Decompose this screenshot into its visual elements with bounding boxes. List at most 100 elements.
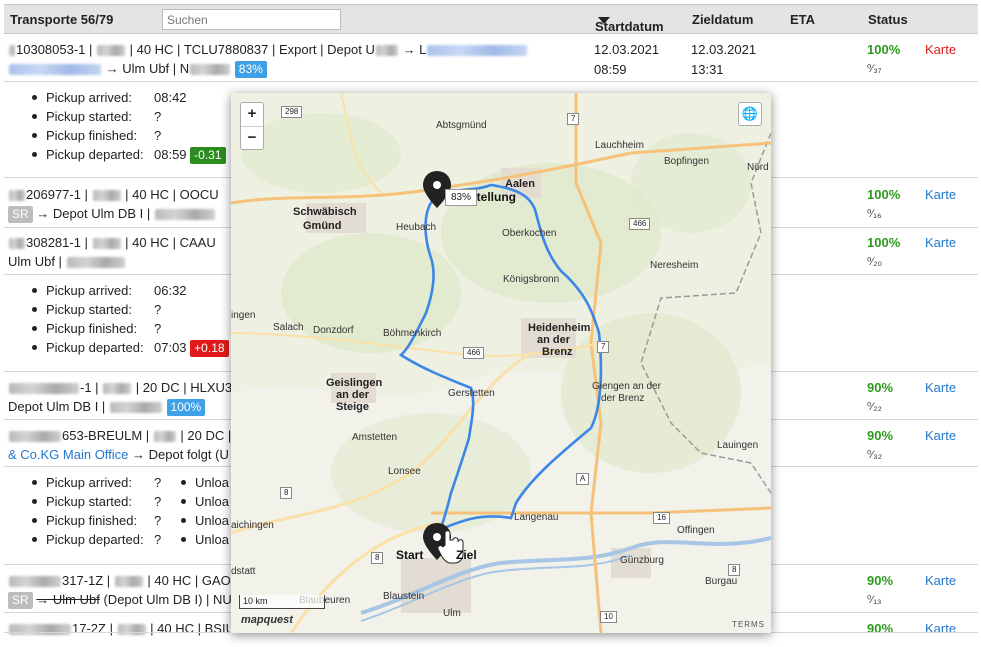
place-label: Neresheim	[650, 260, 699, 271]
place-label: Böhmenkirch	[383, 328, 442, 339]
list-item: Unloa	[181, 511, 229, 530]
row-6-status-frac: ⁰⁄₁₃	[867, 594, 882, 606]
row-5-line-2[interactable]: & Co.KG Main Office → Depot folgt (U	[8, 447, 229, 462]
place-label: Gmünd	[303, 220, 342, 232]
road-shield: 466	[629, 218, 651, 230]
row-6-status: 90%	[867, 573, 894, 588]
row-4-line-1[interactable]: -1 | | 20 DC | HLXU3	[8, 380, 232, 395]
row-3-line-1[interactable]: 308281-1 | | 40 HC | CAAU	[8, 235, 216, 250]
row-4-status-frac: ⁰⁄₂₂	[867, 401, 882, 413]
row-1-progress-badge: 83%	[234, 61, 267, 78]
list-item: Pickup started:?	[32, 492, 161, 511]
start-label: Start	[396, 548, 424, 562]
row-7-line-1[interactable]: 17-2Z | | 40 HC | BSIU5	[8, 621, 242, 636]
place-label: Offingen	[677, 525, 715, 536]
row-2-line-1[interactable]: 206977-1 | | 40 HC | OOCU	[8, 187, 219, 202]
place-label: Langenau	[514, 512, 559, 523]
pickup-list-1: Pickup arrived: 08:42 Pickup started:? Pi…	[32, 88, 226, 164]
row-3-status-frac: ⁰⁄₂₀	[867, 256, 883, 268]
map-canvas[interactable]	[231, 93, 771, 633]
list-item: Pickup finished:?	[32, 319, 229, 338]
list-item: Pickup arrived: 08:42	[32, 88, 226, 107]
place-label: der Brenz	[601, 393, 645, 404]
delay-badge: -0.31	[190, 147, 226, 164]
place-label: Donzdorf	[313, 325, 354, 336]
row-1-id: 10308053-1 |	[16, 42, 96, 57]
col-status[interactable]: Status	[868, 12, 908, 27]
pickup-list-3: Pickup arrived:? Pickup started:? Pickup…	[32, 473, 161, 549]
road-shield: 8	[280, 487, 293, 499]
row-6-line-1[interactable]: 317-1Z | | 40 HC | GAO	[8, 573, 231, 588]
zoom-out-button[interactable]: −	[241, 126, 263, 149]
place-label: Lonsee	[388, 466, 421, 477]
row-2-map-link[interactable]: Karte	[925, 187, 956, 202]
col-startdatum[interactable]: Startdatum	[595, 12, 664, 34]
row-3-line-2[interactable]: Ulm Ubf |	[8, 254, 126, 269]
col-eta[interactable]: ETA	[790, 12, 815, 27]
unload-list: Unloa Unloa Unloa Unloa	[181, 473, 229, 549]
place-label: Geislingen	[326, 377, 383, 389]
row-3-map-link[interactable]: Karte	[925, 235, 956, 250]
place-label: Heidenheim	[528, 322, 591, 334]
list-item: Pickup arrived:?	[32, 473, 161, 492]
delay-badge: +0.18	[190, 340, 229, 357]
place-label: ingen	[231, 310, 256, 321]
place-label: an der	[336, 389, 370, 401]
row-4-map-link[interactable]: Karte	[925, 380, 956, 395]
terms-link[interactable]: TERMS	[732, 620, 765, 629]
row-1-start-time: 08:59	[594, 62, 627, 77]
row-1-status: 100%	[867, 42, 901, 57]
place-label: Brenz	[542, 346, 573, 358]
row-4-status: 90%	[867, 380, 894, 395]
row-5-line-1[interactable]: 653-BREULM | | 20 DC | T	[8, 428, 243, 443]
place-label: Günzburg	[620, 555, 664, 566]
list-item: Pickup finished:?	[32, 126, 226, 145]
place-label: Oberkochen	[502, 228, 557, 239]
place-label: Burgau	[705, 576, 738, 587]
row-5-status-frac: ⁰⁄₃₂	[867, 449, 882, 461]
place-label: Schwäbisch	[293, 206, 357, 218]
row-5-status: 90%	[867, 428, 894, 443]
place-label: Bopfingen	[664, 156, 710, 167]
search-input[interactable]	[162, 9, 341, 30]
row-5-map-link[interactable]: Karte	[925, 428, 956, 443]
row-4-line-2[interactable]: Depot Ulm DB I | 100%	[8, 399, 206, 416]
row-1-line-2[interactable]: → Ulm Ubf | N 83%	[8, 61, 267, 78]
sr-badge: SR	[8, 206, 33, 223]
page-title: Transporte 56/79	[10, 12, 114, 27]
scale-bar: 10 km	[239, 595, 325, 609]
divider	[4, 81, 978, 82]
ziel-label: Ziel	[456, 548, 477, 562]
sr-badge: SR	[8, 592, 33, 609]
list-item: Unloa	[181, 492, 229, 511]
place-label: Salach	[273, 322, 304, 333]
zoom-control: + −	[240, 102, 264, 150]
place-label: Amstetten	[352, 432, 398, 443]
row-6-line-2[interactable]: SR → Ulm Ubf (Depot Ulm DB I) | NU	[8, 592, 232, 609]
col-zieldatum[interactable]: Zieldatum	[692, 12, 753, 27]
origin-link[interactable]: & Co.KG Main Office	[8, 447, 128, 462]
row-1-ziel-time: 13:31	[691, 62, 724, 77]
row-7-map-link[interactable]: Karte	[925, 621, 956, 636]
row-1-dest: → Ulm Ubf | N	[102, 61, 190, 76]
road-shield: 10	[600, 611, 617, 623]
place-label: dstatt	[231, 566, 256, 577]
row-6-map-link[interactable]: Karte	[925, 573, 956, 588]
row-1-map-link[interactable]: Karte	[925, 42, 956, 57]
list-item: Unloa	[181, 530, 229, 549]
place-label: Aalen	[505, 178, 535, 190]
place-label: Giengen an der	[592, 381, 661, 392]
row-2-line-2[interactable]: SR → Depot Ulm DB I |	[8, 206, 216, 223]
road-shield: 8	[728, 564, 741, 576]
row-3-status: 100%	[867, 235, 901, 250]
road-shield: 16	[653, 512, 670, 524]
progress-popup: 83%	[445, 189, 478, 206]
globe-icon[interactable]: 🌐	[738, 102, 762, 126]
row-1-ziel-date: 12.03.2021	[691, 42, 757, 57]
list-item: Pickup departed:?	[32, 530, 161, 549]
row-1-line-1[interactable]: 10308053-1 | | 40 HC | TCLU7880837 | Exp…	[8, 42, 528, 57]
map-popup[interactable]: 298 7 7 466 466 8 8 8 10 16 A Abtsgmünd …	[231, 93, 771, 633]
zoom-in-button[interactable]: +	[241, 103, 263, 126]
list-item: Pickup started:?	[32, 107, 226, 126]
mapquest-logo: mapquest	[241, 614, 293, 626]
